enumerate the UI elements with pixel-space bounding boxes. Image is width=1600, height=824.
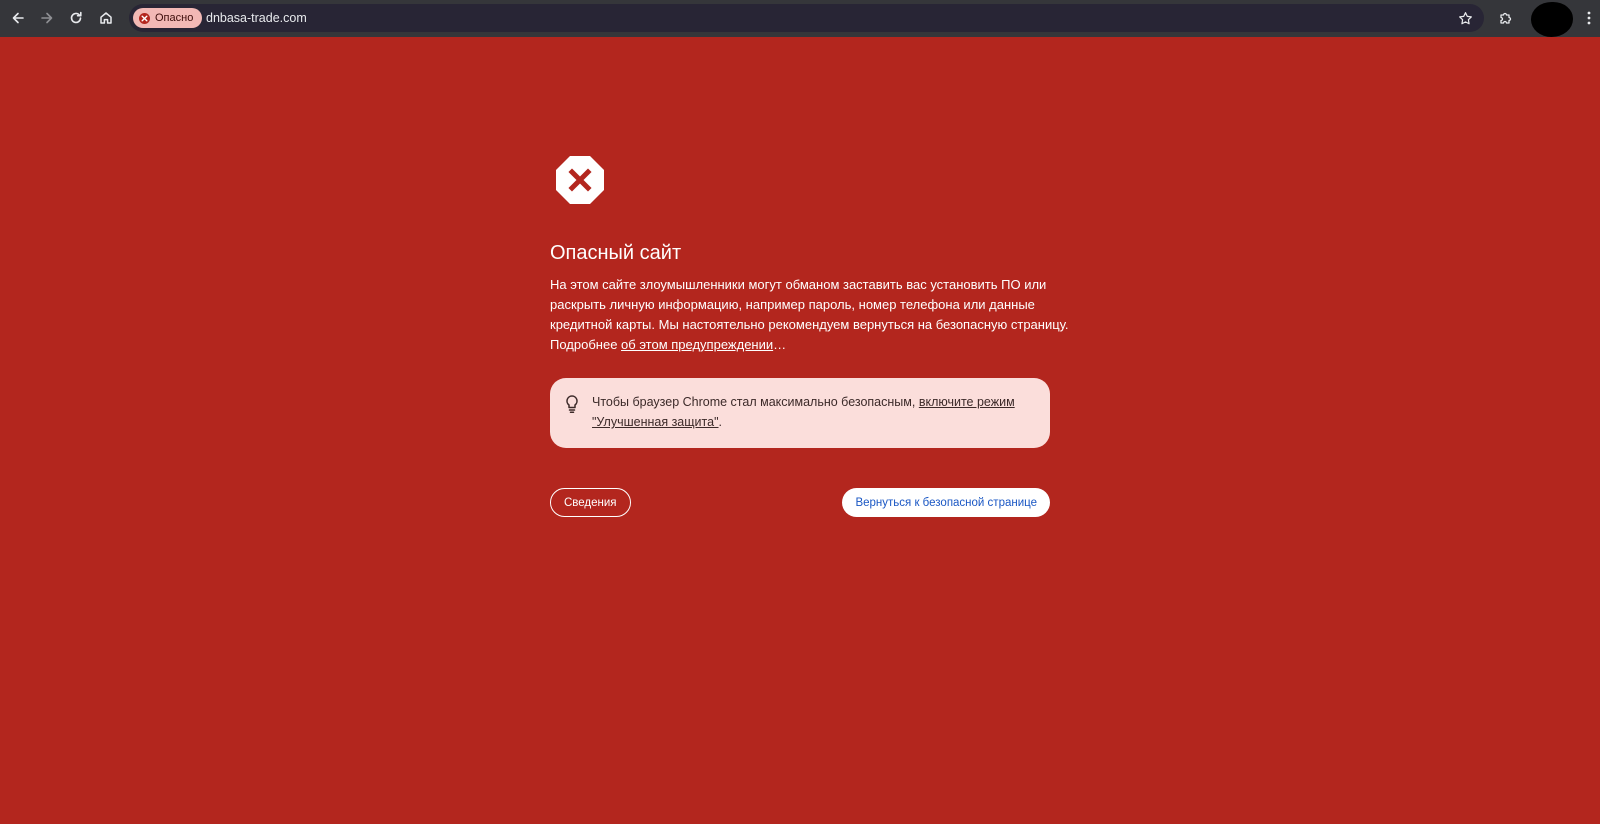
promo-text-prefix: Чтобы браузер Chrome стал максимально бе…	[592, 395, 919, 409]
security-chip[interactable]: Опасно	[133, 8, 203, 28]
reload-icon	[70, 11, 82, 24]
arrow-right-icon	[41, 12, 53, 24]
star-icon	[1458, 11, 1472, 24]
bookmark-button[interactable]	[1452, 5, 1478, 31]
enhanced-protection-link-continued[interactable]: "Улучшенная защита"	[592, 415, 719, 429]
learn-more-line: Подробнее об этом предупреждении…	[550, 335, 1050, 355]
promo-line: "Улучшенная защита".	[592, 412, 1032, 432]
learn-more-suffix: …	[773, 337, 787, 352]
kebab-menu-icon	[1587, 11, 1591, 25]
url-text[interactable]: dnbasa-trade.com	[206, 4, 307, 32]
warning-message-line: раскрыть личную информацию, например пар…	[550, 297, 1035, 312]
arrow-left-icon	[12, 12, 24, 24]
enable-enhanced-protection-link[interactable]: включите режим	[919, 395, 1015, 409]
reload-button[interactable]	[63, 5, 89, 31]
profile-avatar[interactable]	[1531, 2, 1573, 37]
enhanced-protection-promo: Чтобы браузер Chrome стал максимально бе…	[550, 378, 1050, 448]
lightbulb-icon	[566, 395, 578, 414]
page-title: Опасный сайт	[550, 242, 682, 264]
warning-message-line: кредитной карты. Мы настоятельно рекомен…	[550, 317, 1069, 332]
learn-more-link[interactable]: об этом предупреждении	[621, 337, 773, 352]
promo-line: Чтобы браузер Chrome стал максимально бе…	[592, 392, 1032, 412]
extensions-button[interactable]	[1493, 5, 1519, 31]
forward-button[interactable]	[34, 5, 60, 31]
warning-message-line: На этом сайте злоумышленники могут обман…	[550, 277, 1047, 292]
home-icon	[100, 12, 112, 24]
learn-more-prefix: Подробнее	[550, 337, 622, 352]
back-to-safety-button[interactable]: Вернуться к безопасной странице	[842, 488, 1050, 517]
home-button[interactable]	[93, 5, 119, 31]
warning-message: На этом сайте злоумышленники могут обман…	[550, 275, 1069, 355]
puzzle-icon	[1500, 12, 1512, 24]
promo-text: Чтобы браузер Chrome стал максимально бе…	[592, 392, 1032, 432]
promo-text-suffix: .	[718, 415, 722, 429]
dangerous-site-icon	[556, 156, 604, 204]
menu-button[interactable]	[1580, 5, 1598, 31]
dangerous-icon	[139, 12, 150, 24]
address-bar[interactable]: Опасно dnbasa-trade.com	[129, 4, 1484, 32]
details-button[interactable]: Сведения	[550, 488, 631, 517]
back-button[interactable]	[5, 5, 31, 31]
security-chip-label: Опасно	[155, 12, 194, 24]
browser-toolbar: Опасно dnbasa-trade.com	[0, 0, 1600, 37]
